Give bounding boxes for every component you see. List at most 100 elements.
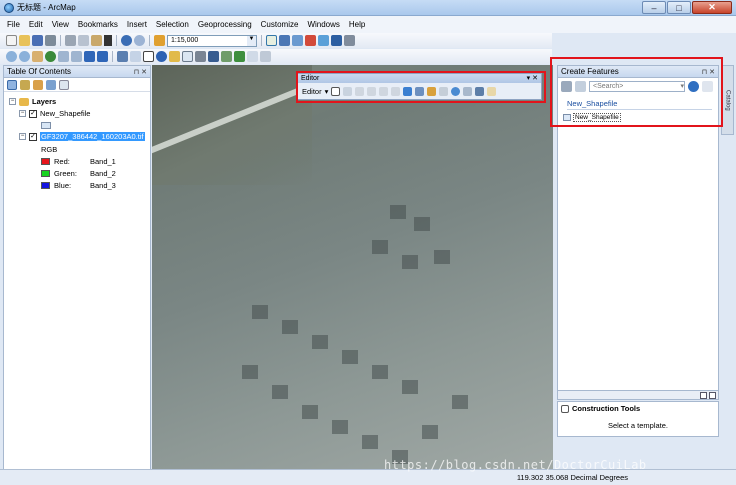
collapse-icon[interactable]: − bbox=[19, 133, 26, 140]
collapse-icon[interactable] bbox=[561, 404, 569, 413]
redo-icon[interactable] bbox=[134, 35, 145, 46]
model-builder-icon[interactable] bbox=[331, 35, 342, 46]
viewer-window-icon[interactable] bbox=[260, 51, 271, 62]
undo-icon[interactable] bbox=[121, 35, 132, 46]
zoom-out-icon[interactable] bbox=[19, 51, 30, 62]
layer-visibility-checkbox[interactable]: ✓ bbox=[29, 132, 37, 141]
view-option-icon[interactable] bbox=[709, 392, 716, 399]
cursor-coordinates: 119.302 35.068 Decimal Degrees bbox=[516, 473, 628, 482]
menu-view[interactable]: View bbox=[52, 20, 69, 29]
new-document-icon[interactable] bbox=[6, 35, 17, 46]
clear-selection-icon[interactable] bbox=[130, 51, 141, 62]
back-extent-icon[interactable] bbox=[84, 51, 95, 62]
green-channel-label: Green: bbox=[54, 169, 77, 178]
list-by-visibility-icon[interactable] bbox=[33, 80, 43, 90]
open-folder-icon[interactable] bbox=[19, 35, 30, 46]
red-channel-label: Red: bbox=[54, 157, 70, 166]
layers-node[interactable]: − Layers bbox=[9, 97, 56, 106]
menu-file[interactable]: File bbox=[7, 20, 20, 29]
map-scale-value: 1:15,000 bbox=[171, 37, 199, 44]
editor-toolbar-icon[interactable] bbox=[266, 35, 277, 46]
menu-selection[interactable]: Selection bbox=[156, 20, 189, 29]
map-pond bbox=[452, 395, 468, 409]
menu-bookmarks[interactable]: Bookmarks bbox=[78, 20, 118, 29]
menu-help[interactable]: Help bbox=[349, 20, 365, 29]
catalog-icon[interactable] bbox=[292, 35, 303, 46]
zoom-in-icon[interactable] bbox=[6, 51, 17, 62]
map-scale-combobox[interactable]: 1:15,000 ▼ bbox=[167, 34, 257, 47]
map-pond bbox=[302, 405, 318, 419]
html-popup-icon[interactable] bbox=[182, 51, 193, 62]
red-band-swatch[interactable] bbox=[41, 158, 50, 165]
python-window-icon[interactable] bbox=[318, 35, 329, 46]
more-tools-icon[interactable] bbox=[344, 35, 355, 46]
print-icon[interactable] bbox=[45, 35, 56, 46]
map-pond bbox=[362, 435, 378, 449]
renderer-text: RGB bbox=[41, 145, 58, 154]
layer-visibility-checkbox[interactable]: ✓ bbox=[29, 109, 37, 118]
save-icon[interactable] bbox=[32, 35, 43, 46]
arctoolbox-icon[interactable] bbox=[305, 35, 316, 46]
menu-geoprocessing[interactable]: Geoprocessing bbox=[198, 20, 252, 29]
full-extent-icon[interactable] bbox=[45, 51, 56, 62]
copy-icon[interactable] bbox=[78, 35, 89, 46]
minimize-button[interactable]: – bbox=[642, 1, 666, 14]
menu-edit[interactable]: Edit bbox=[29, 20, 43, 29]
go-to-xy-icon[interactable] bbox=[234, 51, 245, 62]
paste-icon[interactable] bbox=[91, 35, 102, 46]
menu-insert[interactable]: Insert bbox=[127, 20, 147, 29]
map-pond bbox=[422, 425, 438, 439]
fixed-zoom-in-icon[interactable] bbox=[58, 51, 69, 62]
measure-icon[interactable] bbox=[195, 51, 206, 62]
cut-icon[interactable] bbox=[65, 35, 76, 46]
raster-layer-name[interactable]: GF3207_386442_160203A0.tif bbox=[40, 132, 145, 141]
forward-extent-icon[interactable] bbox=[97, 51, 108, 62]
blue-band-swatch[interactable] bbox=[41, 182, 50, 189]
time-slider-icon[interactable] bbox=[247, 51, 258, 62]
list-by-source-icon[interactable] bbox=[20, 80, 30, 90]
blue-channel-label: Blue: bbox=[54, 181, 72, 190]
maximize-button[interactable]: □ bbox=[667, 1, 691, 14]
map-pond bbox=[414, 217, 430, 231]
hyperlink-icon[interactable] bbox=[169, 51, 180, 62]
layers-label: Layers bbox=[32, 97, 57, 106]
construction-tools-title: Construction Tools bbox=[572, 404, 641, 413]
delete-icon[interactable] bbox=[104, 35, 112, 46]
identify-icon[interactable] bbox=[156, 51, 167, 62]
select-elements-icon[interactable] bbox=[143, 51, 154, 62]
close-button[interactable]: ✕ bbox=[692, 1, 732, 14]
map-pond bbox=[332, 420, 348, 434]
toc-panel-controls[interactable]: ⊓ ✕ bbox=[134, 68, 147, 76]
tools-toolbar bbox=[0, 49, 552, 64]
toolbar-separator bbox=[112, 51, 113, 62]
construction-tools-message: Select a template. bbox=[607, 421, 669, 430]
menu-customize[interactable]: Customize bbox=[261, 20, 299, 29]
layers-folder-icon bbox=[19, 97, 29, 106]
options-icon[interactable] bbox=[59, 80, 69, 90]
select-features-icon[interactable] bbox=[117, 51, 128, 62]
pan-icon[interactable] bbox=[32, 51, 43, 62]
find-icon[interactable] bbox=[208, 51, 219, 62]
band-row-red: Red: Band_1 bbox=[41, 157, 116, 166]
fixed-zoom-out-icon[interactable] bbox=[71, 51, 82, 62]
add-data-icon[interactable] bbox=[154, 35, 165, 46]
list-by-drawing-order-icon[interactable] bbox=[7, 80, 17, 90]
collapse-icon[interactable]: − bbox=[9, 98, 16, 105]
chevron-down-icon[interactable]: ▼ bbox=[247, 35, 256, 46]
map-pond bbox=[434, 250, 450, 264]
toolbar-separator bbox=[116, 35, 117, 46]
menu-windows[interactable]: Windows bbox=[307, 20, 339, 29]
raster-layer-row[interactable]: − ✓ GF3207_386442_160203A0.tif bbox=[19, 132, 145, 141]
collapse-icon[interactable]: − bbox=[19, 110, 26, 117]
editor-highlight-box bbox=[296, 71, 546, 103]
polygon-symbol-swatch[interactable] bbox=[41, 122, 51, 129]
list-by-selection-icon[interactable] bbox=[46, 80, 56, 90]
find-route-icon[interactable] bbox=[221, 51, 232, 62]
window-title: 无标题 - ArcMap bbox=[17, 3, 76, 12]
map-view[interactable] bbox=[152, 65, 553, 480]
green-band-swatch[interactable] bbox=[41, 170, 50, 177]
shapefile-layer-name[interactable]: New_Shapefile bbox=[40, 109, 90, 118]
shapefile-layer-row[interactable]: − ✓ New_Shapefile bbox=[19, 109, 90, 118]
table-of-contents-icon[interactable] bbox=[279, 35, 290, 46]
view-option-icon[interactable] bbox=[700, 392, 707, 399]
